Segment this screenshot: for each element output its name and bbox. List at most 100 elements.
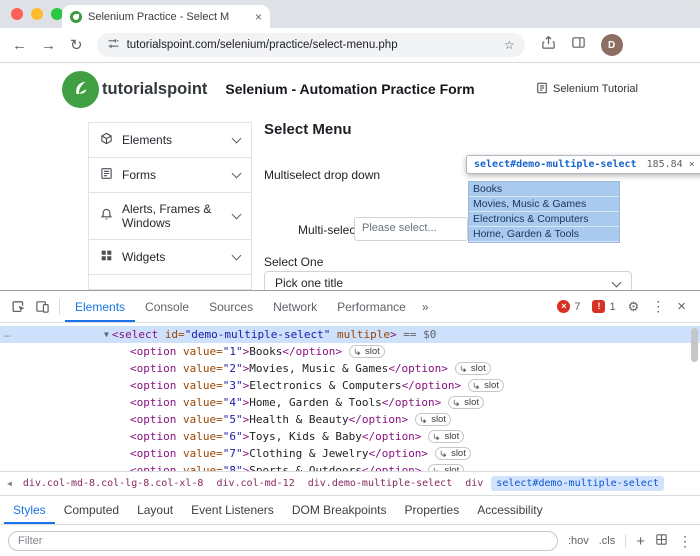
tab-console[interactable]: Console xyxy=(135,292,199,322)
slot-badge-icon xyxy=(420,416,428,424)
dom-node-option[interactable]: <option value="3">Electronics & Computer… xyxy=(0,377,700,394)
sidebar-item-clipped[interactable] xyxy=(88,274,252,290)
window-controls xyxy=(11,8,63,20)
node-text: Health & Beauty xyxy=(249,413,348,426)
expand-arrow-icon[interactable]: ▼ xyxy=(104,330,109,339)
close-window-button[interactable] xyxy=(11,8,23,20)
slot-badge-icon xyxy=(473,382,481,390)
browser-window: Selenium Practice - Select M × ← → ↻ tut… xyxy=(0,0,700,556)
site-settings-icon[interactable] xyxy=(107,37,120,53)
multiselect-option[interactable]: Electronics & Computers xyxy=(469,212,619,227)
dom-node-option[interactable]: <option value="5">Health & Beauty</optio… xyxy=(0,411,700,428)
slot-badge-icon xyxy=(453,399,461,407)
breadcrumb-item[interactable]: div.col-md-8.col-lg-8.col-xl-8 xyxy=(18,476,209,491)
tab-styles[interactable]: Styles xyxy=(4,496,55,524)
slot-badge-label: slot xyxy=(365,346,380,357)
tutorialspoint-logo-icon xyxy=(62,71,99,108)
multi-select-input[interactable]: Please select... xyxy=(354,217,468,241)
select-one-dropdown[interactable]: Pick one title xyxy=(264,271,632,290)
syntax-value: "4" xyxy=(223,396,243,409)
filter-input[interactable] xyxy=(8,531,558,551)
bookmark-star-icon[interactable]: ☆ xyxy=(504,38,515,52)
syntax-value: "3" xyxy=(223,379,243,392)
brand-name: tutorialspoint xyxy=(102,80,207,99)
forms-icon xyxy=(100,167,113,183)
profile-avatar[interactable]: D xyxy=(601,34,623,56)
dom-node-option[interactable]: <option value="6">Toys, Kids & Baby</opt… xyxy=(0,428,700,445)
selenium-tutorial-link[interactable]: Selenium Tutorial xyxy=(536,82,638,97)
inspect-element-icon[interactable] xyxy=(6,299,30,314)
multiselect-option[interactable]: Books xyxy=(469,182,619,197)
slot-badge[interactable]: slot xyxy=(428,430,464,443)
chevron-down-icon xyxy=(232,134,242,144)
tab-dom-breakpoints[interactable]: DOM Breakpoints xyxy=(283,496,396,524)
address-bar[interactable]: tutorialspoint.com/selenium/practice/sel… xyxy=(97,33,525,57)
slot-badge[interactable]: slot xyxy=(468,379,504,392)
slot-badge[interactable]: slot xyxy=(349,345,385,358)
tab-sources[interactable]: Sources xyxy=(199,292,263,322)
multiselect-option[interactable]: Home, Garden & Tools xyxy=(469,227,619,242)
minimize-window-button[interactable] xyxy=(31,8,43,20)
tab-close-icon[interactable]: × xyxy=(255,10,262,24)
tab-accessibility[interactable]: Accessibility xyxy=(468,496,551,524)
element-classes-button[interactable]: .cls xyxy=(599,535,616,547)
dom-node-option[interactable]: <option value="7">Clothing & Jewelry</op… xyxy=(0,445,700,462)
breadcrumb-item[interactable]: div.demo-multiple-select xyxy=(303,476,458,491)
scrollbar-thumb[interactable] xyxy=(691,328,698,362)
site-logo[interactable]: tutorialspoint xyxy=(62,71,207,108)
dom-node-option[interactable]: <option value="4">Home, Garden & Tools</… xyxy=(0,394,700,411)
tab-performance[interactable]: Performance xyxy=(327,292,416,322)
tab-network[interactable]: Network xyxy=(263,292,327,322)
tab-properties[interactable]: Properties xyxy=(396,496,469,524)
more-tabs-icon[interactable]: » xyxy=(416,300,435,314)
kebab-menu-icon[interactable]: ⋮ xyxy=(678,533,692,550)
syntax-attr: value= xyxy=(183,447,223,460)
multiselect-option[interactable]: Movies, Music & Games xyxy=(469,197,619,212)
kebab-menu-icon[interactable]: ⋮ xyxy=(651,298,665,315)
syntax-tag: <option xyxy=(130,396,183,409)
sidebar-item-widgets[interactable]: Widgets xyxy=(88,239,252,275)
device-toolbar-icon[interactable] xyxy=(30,299,54,314)
dom-node-option[interactable]: <option value="2">Movies, Music & Games<… xyxy=(0,360,700,377)
tab-elements[interactable]: Elements xyxy=(65,292,135,322)
share-icon[interactable] xyxy=(541,35,556,55)
dom-node-option[interactable]: <option value="1">Books</option> slot xyxy=(0,343,700,360)
slot-badge[interactable]: slot xyxy=(415,413,451,426)
side-panel-icon[interactable] xyxy=(571,35,586,55)
browser-tab[interactable]: Selenium Practice - Select M × xyxy=(62,5,270,28)
syntax-attr: value= xyxy=(183,345,223,358)
syntax-tag: </option> xyxy=(349,413,409,426)
close-devtools-icon[interactable]: × xyxy=(677,298,686,315)
new-style-rule-icon[interactable]: + xyxy=(636,534,645,549)
back-button[interactable]: ← xyxy=(12,38,27,53)
tab-event-listeners[interactable]: Event Listeners xyxy=(182,496,283,524)
grid-panel-icon[interactable] xyxy=(655,533,668,549)
reload-button[interactable]: ↻ xyxy=(70,38,83,53)
crumb-scroll-left-icon[interactable]: ◀ xyxy=(4,479,15,488)
sidebar-item-elements[interactable]: Elements xyxy=(88,122,252,158)
syntax-tag: <option xyxy=(130,447,183,460)
sidebar-item-forms[interactable]: Forms xyxy=(88,157,252,193)
console-errors-badge[interactable]: × 7 xyxy=(557,300,580,313)
issues-badge[interactable]: ! 1 xyxy=(592,300,615,313)
sidebar-item-alerts-frames-windows[interactable]: Alerts, Frames & Windows xyxy=(88,192,252,240)
slot-badge[interactable]: slot xyxy=(435,447,471,460)
sidebar-accordion: Elements Forms Alerts, Frames & Windows … xyxy=(88,123,252,290)
multiselect-listbox[interactable]: Books Movies, Music & Games Electronics … xyxy=(468,181,620,243)
slot-badge[interactable]: slot xyxy=(448,396,484,409)
syntax-tag: > xyxy=(243,413,250,426)
toggle-element-state-button[interactable]: :hov xyxy=(568,535,589,547)
breadcrumb-item-selected[interactable]: select#demo-multiple-select xyxy=(491,476,664,491)
slot-badge[interactable]: slot xyxy=(455,362,491,375)
breadcrumb-item[interactable]: div.col-md-12 xyxy=(211,476,299,491)
dom-node-option-clipped[interactable]: <option value="8">Sports & Outdoors</opt… xyxy=(0,462,700,471)
settings-gear-icon[interactable]: ⚙ xyxy=(628,299,640,315)
syntax-value: "8" xyxy=(223,464,243,471)
slot-badge-icon xyxy=(440,450,448,458)
slot-badge[interactable]: slot xyxy=(428,464,464,471)
tab-computed[interactable]: Computed xyxy=(55,496,128,524)
forward-button[interactable]: → xyxy=(41,38,56,53)
tab-layout[interactable]: Layout xyxy=(128,496,182,524)
dom-node-select[interactable]: ▼ <select id= "demo-multiple-select" mul… xyxy=(0,326,700,343)
breadcrumb-item[interactable]: div xyxy=(460,476,488,491)
